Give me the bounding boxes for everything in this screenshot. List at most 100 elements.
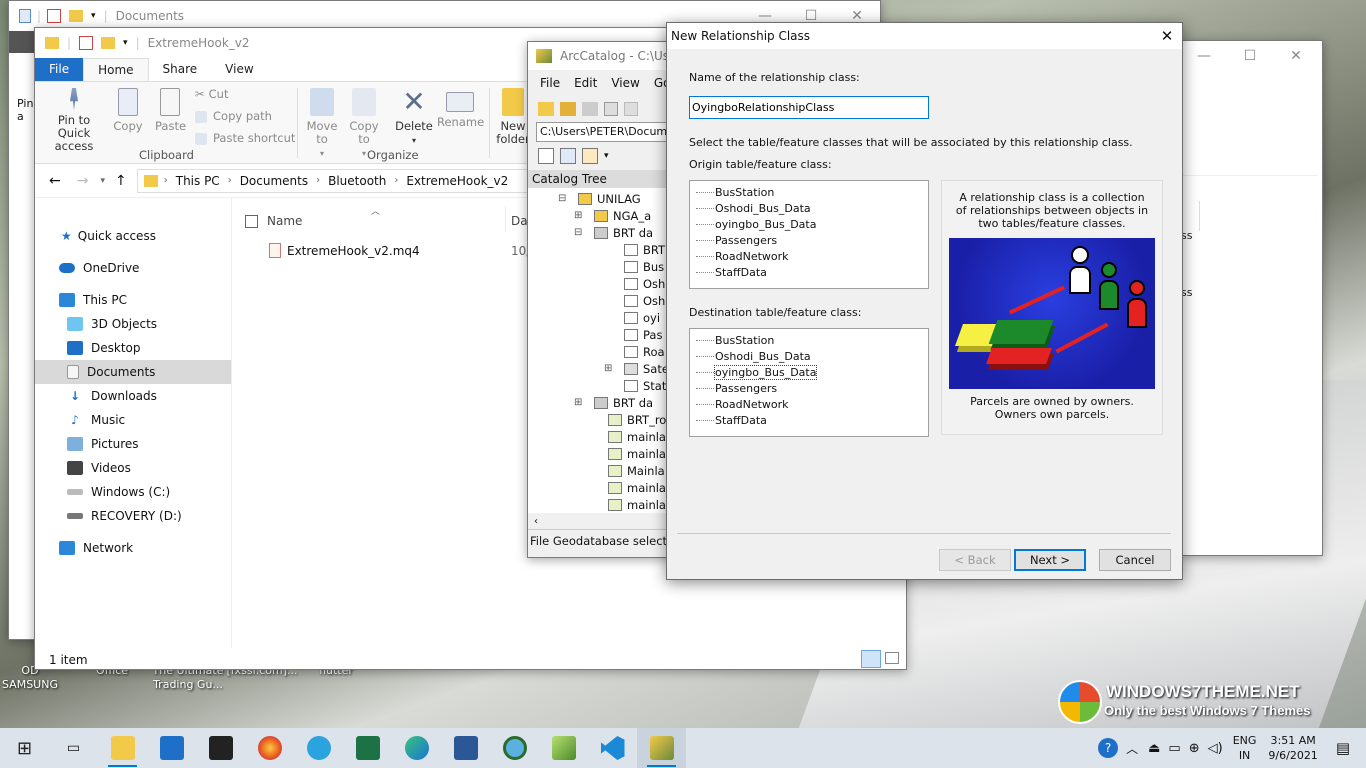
tree-item[interactable]: Pas <box>624 326 662 343</box>
taskbar-firefox[interactable] <box>245 728 294 768</box>
large-icons-view-icon[interactable] <box>885 652 899 664</box>
task-view-button[interactable]: ▭ <box>49 728 98 768</box>
column-header-name[interactable]: Name <box>267 214 302 228</box>
back-button[interactable]: < Back <box>939 549 1011 571</box>
help-icon[interactable]: ? <box>1098 738 1119 758</box>
battery-icon[interactable]: ▭ <box>1168 741 1180 756</box>
cancel-button[interactable]: Cancel <box>1099 549 1171 571</box>
up-arrow-icon[interactable]: ↑ <box>115 173 127 189</box>
start-button[interactable]: ⊞ <box>0 728 49 768</box>
tree-item[interactable]: Mainla <box>608 462 665 479</box>
tree-item[interactable]: ⊟ UNILAG <box>558 190 641 207</box>
copy-path-button[interactable]: Copy path <box>195 110 272 123</box>
properties-icon[interactable] <box>79 36 94 50</box>
breadcrumb-item[interactable]: Documents <box>240 174 308 188</box>
paste-button[interactable]: Paste <box>155 88 186 133</box>
list-item[interactable]: RoadNetwork <box>696 248 928 264</box>
taskbar-arcmap[interactable] <box>539 728 588 768</box>
connect-folder-icon[interactable] <box>560 102 576 116</box>
right-window[interactable]: — ☐ ✕ ss ss <box>1180 40 1323 556</box>
file-name[interactable]: ExtremeHook_v2.mq4 <box>287 244 420 258</box>
maximize-button[interactable]: ☐ <box>1227 41 1273 71</box>
tab-view[interactable]: View <box>211 58 267 81</box>
right-window-titlebar[interactable]: — ☐ ✕ <box>1181 41 1322 71</box>
tree-item[interactable]: ⊞ BRT da <box>574 394 653 411</box>
expander-icon[interactable]: ⊞ <box>574 210 582 221</box>
nav-downloads[interactable]: ↓ Downloads <box>35 384 231 408</box>
move-to-button[interactable]: Move to ▾ <box>303 88 341 160</box>
nav-quick-access[interactable]: ★ Quick access <box>35 224 231 248</box>
chevron-down-icon[interactable]: ▾ <box>604 151 609 161</box>
close-button[interactable]: ✕ <box>1273 41 1319 71</box>
menu-view[interactable]: View <box>611 76 639 90</box>
taskbar-vscode[interactable] <box>588 728 637 768</box>
nav-desktop[interactable]: Desktop <box>35 336 231 360</box>
list-item[interactable]: oyingbo_Bus_Data <box>696 216 928 232</box>
list-item[interactable]: Passengers <box>696 380 928 396</box>
tree-item[interactable]: ⊞ Sate <box>604 360 669 377</box>
tab-share[interactable]: Share <box>149 58 212 81</box>
tree-item[interactable]: Osh <box>624 275 665 292</box>
language-indicator[interactable]: ENG IN <box>1233 733 1257 763</box>
relationship-name-input[interactable] <box>689 96 929 119</box>
chevron-down-icon[interactable]: ▾ <box>123 38 128 48</box>
paste-shortcut-button[interactable]: Paste shortcut <box>195 132 295 145</box>
list-item[interactable]: oyingbo_Bus_Data <box>696 364 928 380</box>
list-item[interactable]: Oshodi_Bus_Data <box>696 348 928 364</box>
tree-item[interactable]: BRT_ro <box>608 411 666 428</box>
metadata-icon[interactable] <box>538 148 554 164</box>
properties-icon[interactable] <box>47 9 62 23</box>
copy-icon[interactable] <box>604 102 618 116</box>
taskbar-telegram[interactable] <box>294 728 343 768</box>
dialog-titlebar[interactable]: New Relationship Class ✕ <box>667 23 1182 49</box>
tab-file[interactable]: File <box>35 58 84 81</box>
menu-edit[interactable]: Edit <box>574 76 597 90</box>
new-relationship-class-dialog[interactable]: New Relationship Class ✕ Name of the rel… <box>666 22 1183 580</box>
export-icon[interactable] <box>582 148 598 164</box>
expander-icon[interactable]: ⊞ <box>574 397 582 408</box>
pin-quick-access-button[interactable]: Pin to Quick access <box>41 88 107 153</box>
nav-music[interactable]: ♪ Music <box>35 408 231 432</box>
list-item[interactable]: StaffData <box>696 264 928 280</box>
chevron-down-icon[interactable]: ▾ <box>100 176 105 186</box>
taskbar-file-explorer[interactable] <box>98 728 147 768</box>
globe-icon[interactable]: ⊕ <box>1189 741 1200 756</box>
nav-pictures[interactable]: Pictures <box>35 432 231 456</box>
folder-icon[interactable] <box>69 10 84 22</box>
tree-item[interactable]: BRT <box>624 241 665 258</box>
minimize-button[interactable]: — <box>1181 41 1227 71</box>
expander-icon[interactable]: ⊟ <box>558 193 566 204</box>
import-icon[interactable] <box>560 148 576 164</box>
tree-item[interactable]: mainla <box>608 428 666 445</box>
usb-icon[interactable]: ⏏ <box>1148 741 1160 756</box>
back-arrow-icon[interactable]: ← <box>49 173 61 189</box>
tree-item[interactable]: oyi <box>624 309 660 326</box>
list-item[interactable]: Oshodi_Bus_Data <box>696 200 928 216</box>
clock[interactable]: 3:51 AM 9/6/2021 <box>1268 733 1317 763</box>
disconnect-folder-icon[interactable] <box>582 102 598 116</box>
list-item[interactable]: StaffData <box>696 412 928 428</box>
rename-button[interactable]: Rename <box>437 88 484 129</box>
taskbar-search-app[interactable] <box>490 728 539 768</box>
nav-this-pc[interactable]: This PC <box>35 288 231 312</box>
next-button[interactable]: Next > <box>1014 549 1086 571</box>
cut-button[interactable]: ✂ Cut <box>195 88 228 101</box>
paste-icon[interactable] <box>624 102 638 116</box>
taskbar-edge[interactable] <box>392 728 441 768</box>
taskbar-oc[interactable] <box>196 728 245 768</box>
expander-icon[interactable]: ⊟ <box>574 227 582 238</box>
nav-3d-objects[interactable]: 3D Objects <box>35 312 231 336</box>
nav-windows-c[interactable]: Windows (C:) <box>35 480 231 504</box>
taskbar-word[interactable] <box>441 728 490 768</box>
chevron-up-icon[interactable]: ︿ <box>1126 740 1138 757</box>
up-folder-icon[interactable] <box>538 102 554 116</box>
tree-item[interactable]: Bus <box>624 258 664 275</box>
taskbar-excel[interactable] <box>343 728 392 768</box>
breadcrumb-item[interactable]: This PC <box>176 174 220 188</box>
close-icon[interactable]: ✕ <box>1152 27 1182 45</box>
nav-network[interactable]: Network <box>35 536 231 560</box>
breadcrumb-item[interactable]: ExtremeHook_v2 <box>406 174 508 188</box>
tree-item[interactable]: mainla <box>608 445 666 462</box>
speaker-icon[interactable]: ◁) <box>1208 741 1223 756</box>
forward-arrow-icon[interactable]: → <box>77 173 89 189</box>
